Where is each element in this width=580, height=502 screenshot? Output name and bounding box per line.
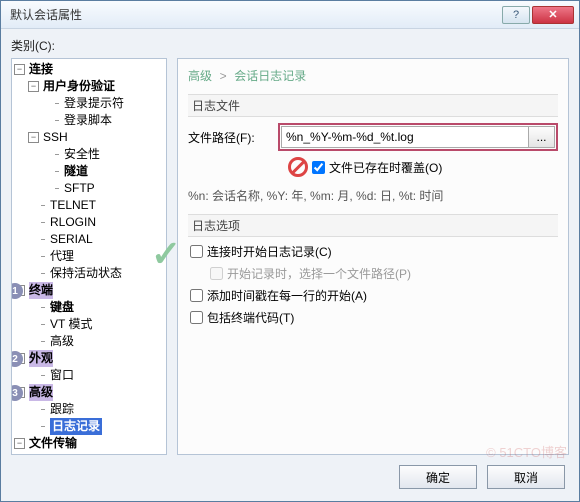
browse-button[interactable]: ...	[529, 126, 555, 148]
tree-login-script[interactable]: 登录脚本	[64, 112, 112, 129]
file-path-highlight: ...	[278, 123, 558, 151]
tree-login-prompt[interactable]: 登录提示符	[64, 95, 124, 112]
tree-tunnel[interactable]: 隧道	[64, 163, 88, 180]
tree-window[interactable]: 窗口	[50, 367, 74, 384]
tree-user-auth[interactable]: 用户身份验证	[43, 78, 115, 95]
start-on-connect-checkbox[interactable]	[190, 245, 203, 258]
tree-ssh[interactable]: SSH	[43, 129, 68, 146]
help-button[interactable]: ?	[502, 6, 530, 24]
breadcrumb-sep: >	[220, 69, 227, 83]
ask-path-checkbox	[210, 267, 223, 280]
tree-logging[interactable]: 日志记录	[50, 418, 102, 435]
overwrite-checkbox[interactable]	[312, 161, 325, 174]
tree-sftp[interactable]: SFTP	[64, 180, 95, 197]
overwrite-label: 文件已存在时覆盖(O)	[329, 159, 442, 176]
tree-security[interactable]: 安全性	[64, 146, 100, 163]
file-path-input[interactable]	[281, 126, 529, 148]
breadcrumb: 高级 > 会话日志记录	[188, 67, 558, 84]
collapse-icon[interactable]: −	[28, 81, 39, 92]
include-term-checkbox[interactable]	[190, 311, 203, 324]
timestamp-label: 添加时间戳在每一行的开始(A)	[207, 287, 367, 304]
file-path-label: 文件路径(F):	[188, 129, 270, 146]
start-on-connect-label: 连接时开始日志记录(C)	[207, 243, 332, 260]
group-log-options: 日志选项	[188, 214, 558, 237]
tree-terminal[interactable]: 终端	[29, 282, 53, 299]
settings-pane: 高级 > 会话日志记录 日志文件 文件路径(F): ... 文件已存在时覆盖(O…	[177, 58, 569, 455]
tree-telnet[interactable]: TELNET	[50, 197, 96, 214]
collapse-icon[interactable]: −	[28, 132, 39, 143]
tree-keepalive[interactable]: 保持活动状态	[50, 265, 122, 282]
breadcrumb-leaf: 会话日志记录	[234, 69, 306, 83]
tree-advanced[interactable]: 高级	[29, 384, 53, 401]
ask-path-label: 开始记录时，选择一个文件路径(P)	[227, 265, 411, 282]
tree-proxy[interactable]: 代理	[50, 248, 74, 265]
tree-trace[interactable]: 跟踪	[50, 401, 74, 418]
tree-keyboard[interactable]: 键盘	[50, 299, 74, 316]
group-log-file: 日志文件	[188, 94, 558, 117]
tree-file-transfer[interactable]: 文件传输	[29, 435, 77, 452]
close-button[interactable]: ✕	[532, 6, 574, 24]
tree-connection[interactable]: 连接	[29, 61, 53, 78]
breadcrumb-root: 高级	[188, 69, 212, 83]
tree-vt[interactable]: VT 模式	[50, 316, 92, 333]
collapse-icon[interactable]: −	[14, 64, 25, 75]
titlebar: 默认会话属性 ? ✕	[1, 1, 579, 29]
collapse-icon[interactable]: −	[14, 438, 25, 449]
format-hint: %n: 会话名称, %Y: 年, %m: 月, %d: 日, %t: 时间	[188, 187, 558, 204]
tree-appearance[interactable]: 外观	[29, 350, 53, 367]
cancel-button[interactable]: 取消	[487, 465, 565, 489]
timestamp-checkbox[interactable]	[190, 289, 203, 302]
category-label: 类别(C):	[11, 37, 569, 54]
tree-serial[interactable]: SERIAL	[50, 231, 93, 248]
include-term-label: 包括终端代码(T)	[207, 309, 294, 326]
tree-adv-term[interactable]: 高级	[50, 333, 74, 350]
ok-button[interactable]: 确定	[399, 465, 477, 489]
category-tree[interactable]: −连接 −用户身份验证 登录提示符 登录脚本	[11, 58, 167, 455]
tree-rlogin[interactable]: RLOGIN	[50, 214, 96, 231]
dialog-window: 默认会话属性 ? ✕ 类别(C): −连接 −用户身份验证	[0, 0, 580, 502]
prohibit-icon	[288, 157, 308, 177]
window-title: 默认会话属性	[6, 6, 502, 23]
